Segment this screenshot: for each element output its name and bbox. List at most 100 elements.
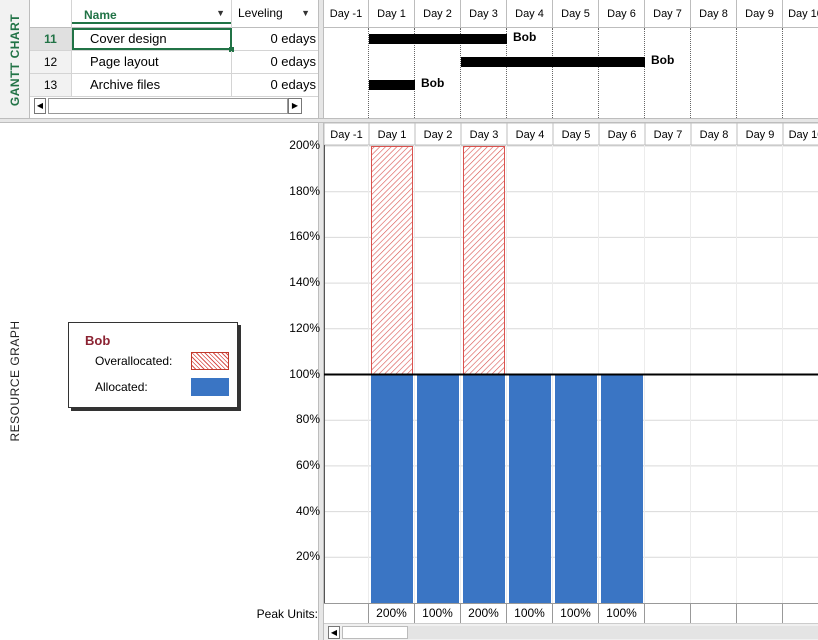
timeline-gridline [782, 28, 783, 118]
timescale-day: Day -1 [330, 129, 362, 141]
timescale-day: Day 4 [507, 0, 553, 28]
column-header-leveling[interactable]: Leveling ▼ [232, 0, 318, 28]
task-row-id[interactable]: 13 [30, 74, 72, 96]
task-name-cell[interactable]: Page layout [72, 51, 232, 73]
task-row[interactable]: 12 Page layout 0 edays [30, 51, 318, 74]
overallocated-bar[interactable] [371, 146, 413, 375]
peak-units-cell [737, 604, 783, 623]
timeline-gridline [690, 28, 691, 118]
legend-allocated-swatch [191, 378, 229, 396]
gantt-table-horizontal-scrollbar[interactable]: ◀ ▶ [32, 97, 318, 117]
scroll-right-arrow-icon[interactable]: ▶ [288, 98, 302, 114]
scrollbar-track[interactable] [408, 626, 818, 639]
task-name-cell[interactable]: Cover design [72, 28, 234, 52]
timescale-day: Day 7 [645, 0, 691, 28]
task-name-cell[interactable]: Archive files [72, 74, 232, 96]
gantt-timeline: Day -1 Day 1 Day 2 Day 3 Day 4 Day 5 Day 6 Day … [324, 0, 818, 118]
gantt-chart-view-label: GANTT CHART [8, 13, 22, 107]
timescale-day: Day 10 [789, 129, 818, 141]
column-header-leveling-label: Leveling [238, 6, 283, 20]
peak-units-label: Peak Units: [256, 607, 318, 621]
gantt-bar-resource-label: Bob [651, 53, 675, 67]
allocated-bar[interactable] [417, 374, 459, 604]
y-tick-label: 80% [295, 412, 320, 427]
timeline-gridline [552, 28, 553, 118]
timescale-day: Day 6 [599, 0, 645, 28]
timescale-day: Day -1 [324, 0, 369, 28]
scrollbar-track[interactable] [48, 98, 288, 114]
timeline-gridline [598, 28, 599, 118]
peak-units-cell: 100% [415, 604, 461, 623]
leveling-filter-dropdown-icon[interactable]: ▼ [301, 8, 310, 18]
resource-graph-horizontal-scrollbar[interactable]: ◀ [324, 623, 818, 640]
column-header-name[interactable]: Name ▼ [72, 0, 232, 28]
resource-graph-side-panel: RESOURCE GRAPH [0, 123, 30, 640]
timescale-day: Day 8 [691, 0, 737, 28]
allocated-bar[interactable] [601, 374, 643, 604]
y-tick-label: 120% [289, 320, 320, 335]
task-row[interactable]: 11 Cover design 0 edays [30, 28, 318, 52]
scroll-left-arrow-icon[interactable]: ◀ [328, 626, 340, 639]
y-tick-label: 100% [289, 366, 320, 381]
gantt-bar-resource-label: Bob [513, 30, 537, 44]
resource-legend: Bob Overallocated: Allocated: [68, 322, 238, 408]
timescale-day: Day 1 [369, 0, 415, 28]
peak-units-cells: 200% 100% 200% 100% 100% 100% [324, 603, 818, 623]
gantt-table-header: Name ▼ Leveling ▼ [30, 0, 318, 28]
active-column-indicator [72, 22, 231, 24]
task-leveling-cell[interactable]: 0 edays [232, 51, 318, 73]
timescale-day: Day 3 [470, 129, 499, 141]
legend-allocated-label: Allocated: [95, 380, 148, 394]
allocated-bar[interactable] [463, 374, 505, 604]
timescale-day: Day 1 [378, 129, 407, 141]
y-tick-label: 160% [289, 229, 320, 244]
peak-units-cell [645, 604, 691, 623]
timescale-day: Day 5 [553, 0, 599, 28]
y-tick-label: 40% [295, 503, 320, 518]
timeline-gridline [644, 28, 645, 118]
resource-graph-svg: Day -1 Day 1 Day 2 Day 3 Day 4 Day 5 Day 6 Day … [324, 123, 818, 603]
gantt-chart-side-panel: GANTT CHART [0, 0, 30, 120]
peak-units-cell: 100% [507, 604, 553, 623]
task-leveling-cell[interactable]: 0 edays [232, 28, 318, 50]
task-row[interactable]: 13 Archive files 0 edays [30, 74, 318, 97]
legend-overallocated-label: Overallocated: [95, 354, 173, 368]
y-tick-label: 20% [295, 549, 320, 564]
overallocated-bar[interactable] [463, 146, 505, 375]
gantt-task-bar[interactable] [461, 57, 645, 67]
select-all-corner[interactable] [30, 0, 72, 28]
timescale-day: Day 5 [562, 129, 591, 141]
timescale-day: Day 6 [608, 129, 637, 141]
gantt-task-bar[interactable] [369, 80, 415, 90]
timeline-gridline [736, 28, 737, 118]
scroll-left-arrow-icon[interactable]: ◀ [34, 98, 46, 114]
timescale-day: Day 10 [783, 0, 818, 28]
task-leveling-cell[interactable]: 0 edays [232, 74, 318, 96]
name-filter-dropdown-icon[interactable]: ▼ [216, 8, 225, 18]
peak-units-cell: 200% [369, 604, 415, 623]
timescale-day: Day 2 [424, 129, 453, 141]
y-tick-label: 140% [289, 275, 320, 290]
timescale-day: Day 9 [746, 129, 775, 141]
task-row-id[interactable]: 11 [30, 28, 72, 50]
allocated-bar[interactable] [371, 374, 413, 604]
peak-units-cell: 100% [599, 604, 645, 623]
allocated-bar[interactable] [555, 374, 597, 604]
y-tick-label: 180% [289, 183, 320, 198]
gantt-task-bar[interactable] [369, 34, 507, 44]
timescale-day: Day 2 [415, 0, 461, 28]
peak-units-cell [783, 604, 818, 623]
legend-overallocated-swatch [191, 352, 229, 370]
scrollbar-thumb[interactable] [342, 626, 408, 639]
timescale-day: Day 3 [461, 0, 507, 28]
resource-graph-view-label: RESOURCE GRAPH [8, 320, 22, 442]
task-row-id[interactable]: 12 [30, 51, 72, 73]
peak-units-cell: 100% [553, 604, 599, 623]
timescale-day: Day 8 [700, 129, 729, 141]
timescale-day: Day 9 [737, 0, 783, 28]
legend-resource-name: Bob [85, 333, 111, 348]
timescale-day: Day 4 [516, 129, 545, 141]
column-header-name-label: Name [84, 8, 117, 22]
allocated-bar[interactable] [509, 374, 551, 604]
peak-units-row: Peak Units: 200% 100% 200% 100% 100% 100% [0, 603, 818, 623]
